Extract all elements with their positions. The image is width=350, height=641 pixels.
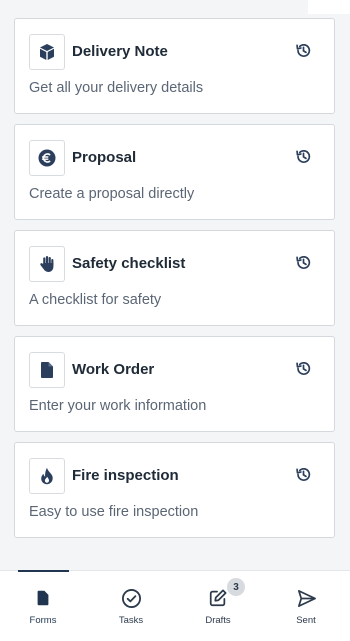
form-card-safety-checklist[interactable]: Safety checklist A checklist for safety <box>14 230 335 326</box>
tab-label: Drafts <box>205 615 231 626</box>
history-icon[interactable] <box>294 41 312 59</box>
document-icon <box>32 587 54 609</box>
form-description: Create a proposal directly <box>29 186 195 202</box>
form-card-delivery-note[interactable]: Delivery Note Get all your delivery deta… <box>14 18 335 114</box>
form-title: Fire inspection <box>72 467 179 484</box>
form-title: Work Order <box>72 361 155 378</box>
tab-label: Tasks <box>118 615 144 626</box>
cube-icon <box>29 34 65 70</box>
tab-label: Sent <box>296 615 316 626</box>
form-description: A checklist for safety <box>29 292 162 308</box>
edit-icon: 3 <box>207 578 245 609</box>
tab-tasks[interactable]: Tasks <box>96 571 166 641</box>
form-title: Proposal <box>72 149 137 166</box>
euro-icon <box>29 140 65 176</box>
form-description: Get all your delivery details <box>29 80 204 96</box>
form-description: Enter your work information <box>29 398 207 414</box>
check-circle-icon <box>120 587 142 609</box>
top-strip <box>0 0 350 14</box>
forms-list: Delivery Note Get all your delivery deta… <box>14 18 335 548</box>
form-card-proposal[interactable]: Proposal Create a proposal directly <box>14 124 335 220</box>
flame-icon <box>29 458 65 494</box>
history-icon[interactable] <box>294 147 312 165</box>
form-description: Easy to use fire inspection <box>29 504 199 520</box>
history-icon[interactable] <box>294 465 312 483</box>
send-icon <box>295 587 317 609</box>
tab-sent[interactable]: Sent <box>271 571 341 641</box>
drafts-count-badge: 3 <box>227 578 245 596</box>
form-title: Safety checklist <box>72 255 186 272</box>
history-icon[interactable] <box>294 359 312 377</box>
history-icon[interactable] <box>294 253 312 271</box>
hand-icon <box>29 246 65 282</box>
tab-forms[interactable]: Forms <box>8 571 78 641</box>
form-card-fire-inspection[interactable]: Fire inspection Easy to use fire inspect… <box>14 442 335 538</box>
top-strip-blank <box>308 0 350 14</box>
document-icon <box>29 352 65 388</box>
bottom-tab-bar: Forms Tasks 3 Drafts Sent <box>0 570 350 641</box>
tab-drafts[interactable]: 3 Drafts <box>183 571 253 641</box>
form-card-work-order[interactable]: Work Order Enter your work information <box>14 336 335 432</box>
form-title: Delivery Note <box>72 43 168 60</box>
tab-label: Forms <box>29 615 57 626</box>
